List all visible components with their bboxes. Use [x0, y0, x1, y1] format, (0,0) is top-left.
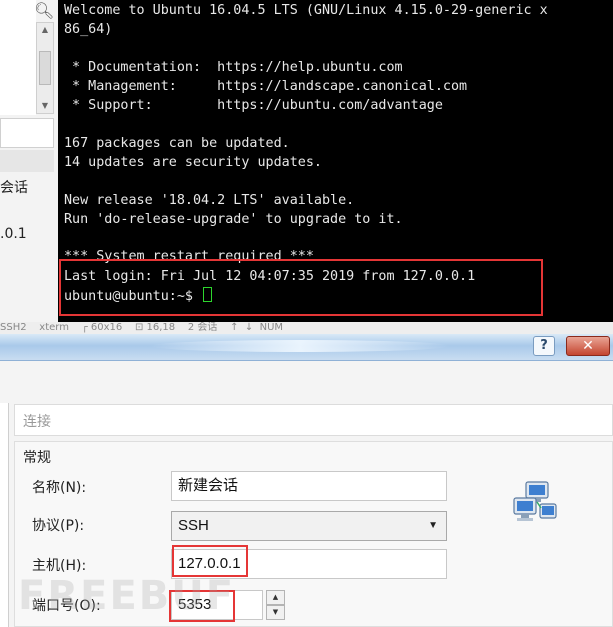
- dropdown-arrow-icon[interactable]: ▼: [428, 512, 438, 540]
- terminal-line: 167 packages can be updated.: [64, 136, 290, 151]
- protocol-label: 协议(P):: [32, 518, 85, 534]
- dialog-titlebar[interactable]: ? ✕: [0, 334, 613, 361]
- protocol-value: SSH: [178, 517, 209, 534]
- sidebar-selected-row[interactable]: [0, 150, 54, 172]
- search-icon[interactable]: 🔍︎: [34, 2, 54, 20]
- network-computers-icon: [513, 481, 557, 521]
- sidebar-filter-box[interactable]: [0, 118, 54, 148]
- terminal-line: 86_64): [64, 22, 113, 37]
- terminal-line: * Documentation: https://help.ubuntu.com: [64, 60, 403, 75]
- session-sidebar: 🔍︎ ▲ ▼ 会话 .0.1: [0, 0, 58, 322]
- scroll-up-icon[interactable]: ▲: [37, 23, 53, 37]
- terminal-line: Welcome to Ubuntu 16.04.5 LTS (GNU/Linux…: [64, 3, 548, 18]
- terminal-line: New release '18.04.2 LTS' available.: [64, 193, 355, 208]
- session-properties-dialog: 连接 常规 名称(N): 新建会话 协议(P): SSH ▼ 主机(H): 12…: [0, 361, 613, 627]
- titlebar-decoration: [150, 340, 450, 352]
- sidebar-session-text: 会话: [0, 180, 28, 196]
- terminal-line: 14 updates are security updates.: [64, 155, 322, 170]
- scroll-down-icon[interactable]: ▼: [37, 99, 53, 113]
- connection-header: 连接: [14, 404, 613, 436]
- port-spinner[interactable]: ▲ ▼: [266, 590, 285, 620]
- connection-title: 连接: [23, 414, 51, 430]
- terminal-line: * Support: https://ubuntu.com/advantage: [64, 98, 443, 113]
- section-general-label: 常规: [23, 450, 51, 466]
- category-tree[interactable]: [0, 403, 9, 627]
- terminal-line: * Management: https://landscape.canonica…: [64, 79, 468, 94]
- terminal-status-bar: SSH2 xterm ┌ 60x16 ⊡ 16,18 2 会话 ↑ ↓ NUM: [0, 322, 613, 334]
- close-button[interactable]: ✕: [566, 336, 610, 356]
- watermark-logo: FREEBUF: [18, 573, 236, 619]
- protocol-select[interactable]: SSH ▼: [171, 511, 447, 541]
- sidebar-ip-text: .0.1: [0, 226, 27, 242]
- name-field[interactable]: 新建会话: [171, 471, 447, 501]
- name-label: 名称(N):: [32, 480, 87, 496]
- sidebar-scrollbar[interactable]: ▲ ▼: [36, 22, 54, 114]
- host-label: 主机(H):: [32, 558, 87, 574]
- highlight-box-login: [59, 259, 543, 316]
- help-button[interactable]: ?: [533, 336, 555, 356]
- spin-down-icon[interactable]: ▼: [266, 605, 285, 620]
- scroll-thumb[interactable]: [39, 51, 51, 85]
- spin-up-icon[interactable]: ▲: [266, 590, 285, 605]
- terminal-line: Run 'do-release-upgrade' to upgrade to i…: [64, 212, 403, 227]
- session-list[interactable]: [0, 0, 36, 115]
- terminal-window[interactable]: Welcome to Ubuntu 16.04.5 LTS (GNU/Linux…: [58, 0, 613, 322]
